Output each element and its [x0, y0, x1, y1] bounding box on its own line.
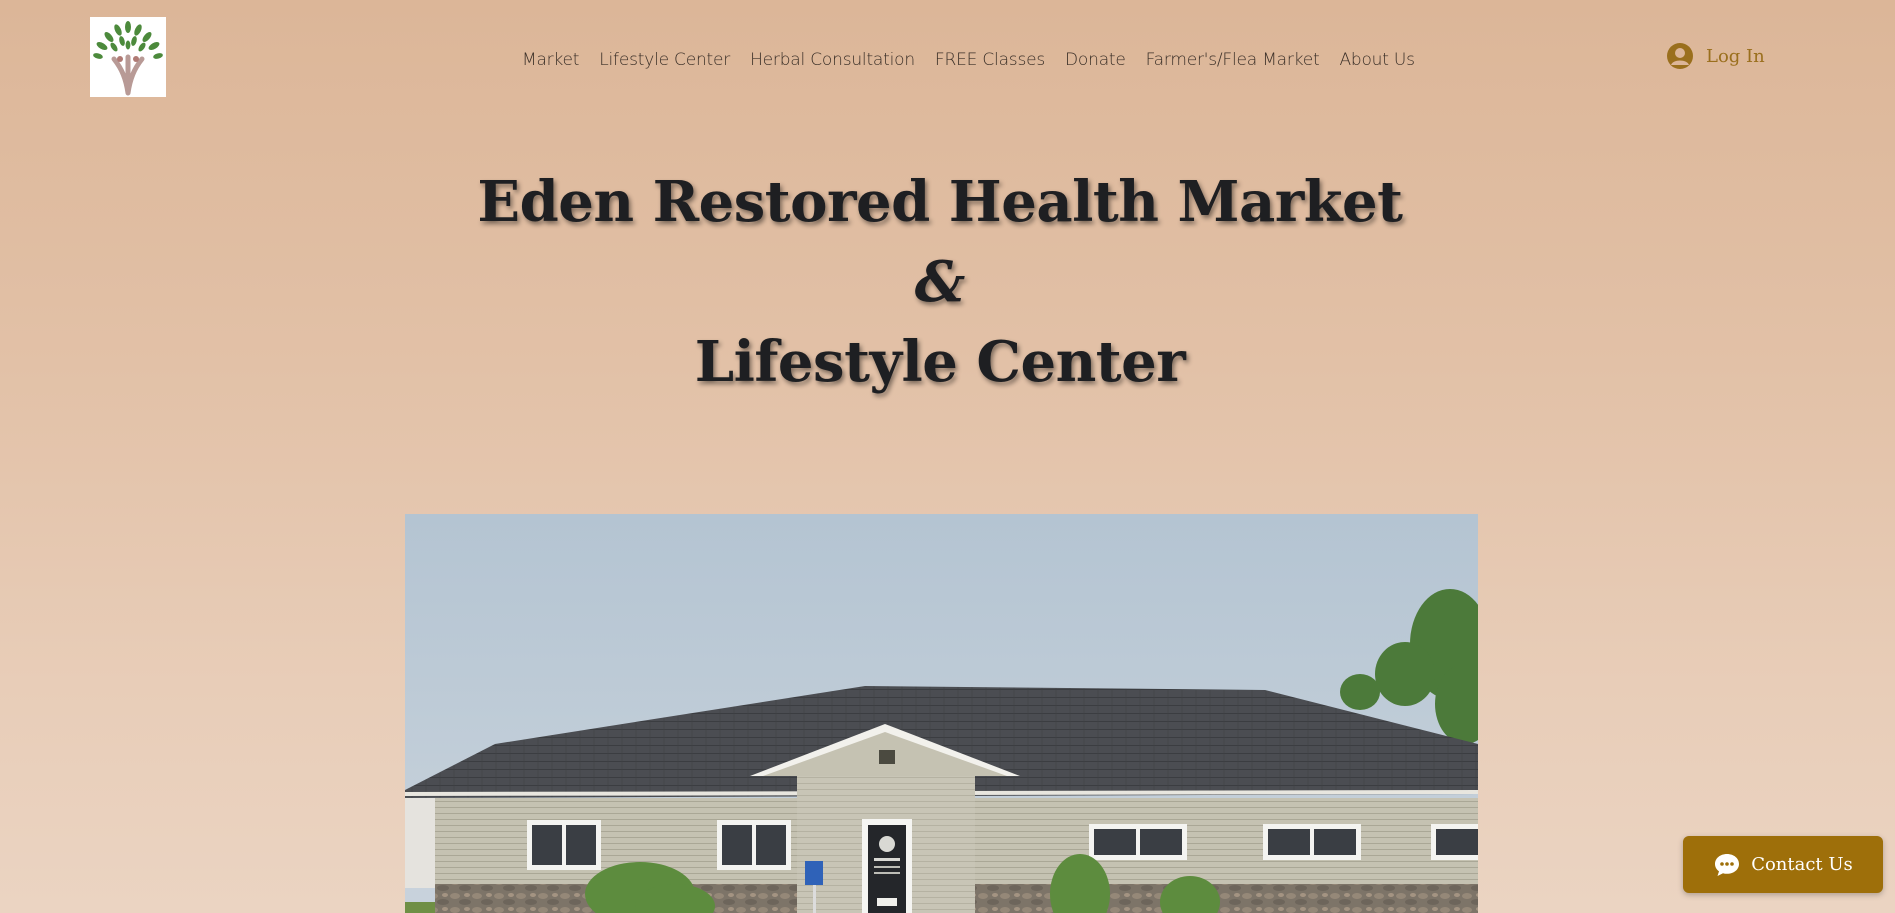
main-nav: Market Lifestyle Center Herbal Consultat…: [522, 50, 1415, 70]
user-avatar-icon: [1667, 43, 1693, 69]
site-logo[interactable]: [90, 17, 166, 97]
contact-us-button[interactable]: Contact Us: [1683, 836, 1883, 893]
nav-item-market[interactable]: Market: [522, 50, 579, 70]
hero-title-line2: Lifestyle Center: [694, 329, 1186, 395]
login-button[interactable]: Log In: [1666, 42, 1765, 70]
hero-title-ampersand: &: [914, 249, 966, 315]
hero-title-line1: Eden Restored Health Market: [477, 169, 1403, 235]
nav-item-farmers-flea-market[interactable]: Farmer's/Flea Market: [1146, 50, 1320, 70]
login-label: Log In: [1706, 45, 1765, 67]
chat-bubble-icon: [1715, 853, 1740, 876]
nav-item-lifestyle-center[interactable]: Lifestyle Center: [599, 50, 730, 70]
storefront-photo: [405, 514, 1478, 913]
nav-item-free-classes[interactable]: FREE Classes: [935, 50, 1045, 70]
building-illustration: [405, 514, 1478, 913]
contact-us-label: Contact Us: [1751, 854, 1853, 875]
nav-item-about-us[interactable]: About Us: [1339, 50, 1415, 70]
nav-item-donate[interactable]: Donate: [1065, 50, 1126, 70]
nav-item-herbal-consultation[interactable]: Herbal Consultation: [750, 50, 915, 70]
hero-title: Eden Restored Health Market & Lifestyle …: [0, 160, 1880, 404]
tree-logo-icon: [93, 21, 163, 96]
